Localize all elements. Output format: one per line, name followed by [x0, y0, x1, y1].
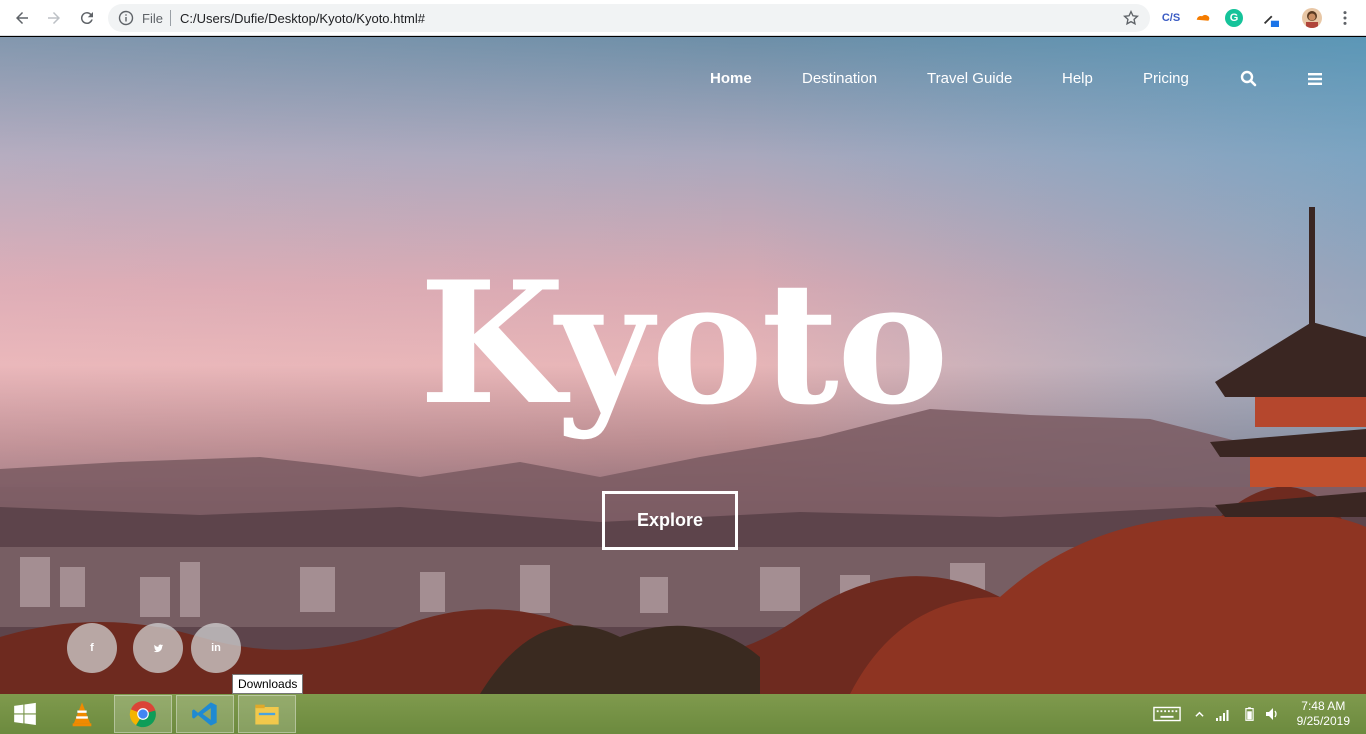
profile-avatar[interactable]	[1302, 8, 1322, 28]
hero-section: Home Destination Travel Guide Help Prici…	[0, 37, 1366, 694]
nav-help-link[interactable]: Help	[1062, 70, 1093, 87]
url-text[interactable]: C:/Users/Dufie/Desktop/Kyoto/Kyoto.html#	[180, 11, 425, 26]
nav-travel-guide-link[interactable]: Travel Guide	[927, 70, 1012, 87]
windows-start-icon[interactable]	[8, 694, 42, 734]
twitter-icon[interactable]	[133, 623, 183, 673]
address-bar[interactable]: File C:/Users/Dufie/Desktop/Kyoto/Kyoto.…	[108, 4, 1150, 32]
clock-date: 9/25/2019	[1296, 714, 1350, 728]
touch-keyboard-icon[interactable]	[1152, 706, 1182, 722]
windows-taskbar: 7:48 AM 9/25/2019	[0, 694, 1366, 734]
explore-button[interactable]: Explore	[602, 491, 738, 550]
back-icon[interactable]	[10, 6, 34, 30]
browser-toolbar: File C:/Users/Dufie/Desktop/Kyoto/Kyoto.…	[0, 0, 1366, 36]
reload-icon[interactable]	[75, 6, 99, 30]
nav-pricing-link[interactable]: Pricing	[1143, 70, 1189, 87]
downloads-tooltip: Downloads	[232, 674, 304, 694]
facebook-icon[interactable]: f	[67, 623, 117, 673]
grammarly-icon[interactable]: G	[1225, 9, 1243, 27]
extension-cloud-icon[interactable]	[1193, 8, 1213, 28]
eyedropper-extension-icon[interactable]	[1260, 8, 1280, 28]
file-explorer-icon[interactable]	[238, 695, 296, 733]
battery-icon[interactable]	[1242, 706, 1256, 722]
scheme-label: File	[142, 11, 163, 26]
chrome-taskbar-icon[interactable]	[114, 695, 172, 733]
forward-icon[interactable]	[42, 6, 66, 30]
vlc-icon[interactable]	[62, 694, 102, 734]
extension-cs-icon[interactable]: C/S	[1161, 8, 1181, 28]
kebab-menu-icon[interactable]	[1335, 8, 1355, 28]
hamburger-menu-icon[interactable]	[1306, 70, 1324, 88]
clock-time: 7:48 AM	[1301, 699, 1346, 713]
network-signal-icon[interactable]	[1214, 706, 1232, 722]
vscode-icon[interactable]	[176, 695, 234, 733]
nav-destination-link[interactable]: Destination	[802, 70, 877, 87]
nav-home-link[interactable]: Home	[710, 70, 752, 87]
main-navigation: Home Destination Travel Guide Help Prici…	[0, 70, 1366, 90]
bookmark-star-icon[interactable]	[1122, 9, 1140, 27]
hero-title: Kyoto	[419, 244, 949, 442]
volume-icon[interactable]	[1263, 706, 1281, 722]
info-icon[interactable]	[118, 10, 134, 26]
omnibox-divider	[170, 10, 171, 26]
linkedin-icon[interactable]: in	[191, 623, 241, 673]
search-icon[interactable]	[1240, 70, 1258, 88]
system-clock[interactable]: 7:48 AM 9/25/2019	[1297, 699, 1350, 729]
show-hidden-icons-chevron[interactable]	[1192, 706, 1206, 722]
